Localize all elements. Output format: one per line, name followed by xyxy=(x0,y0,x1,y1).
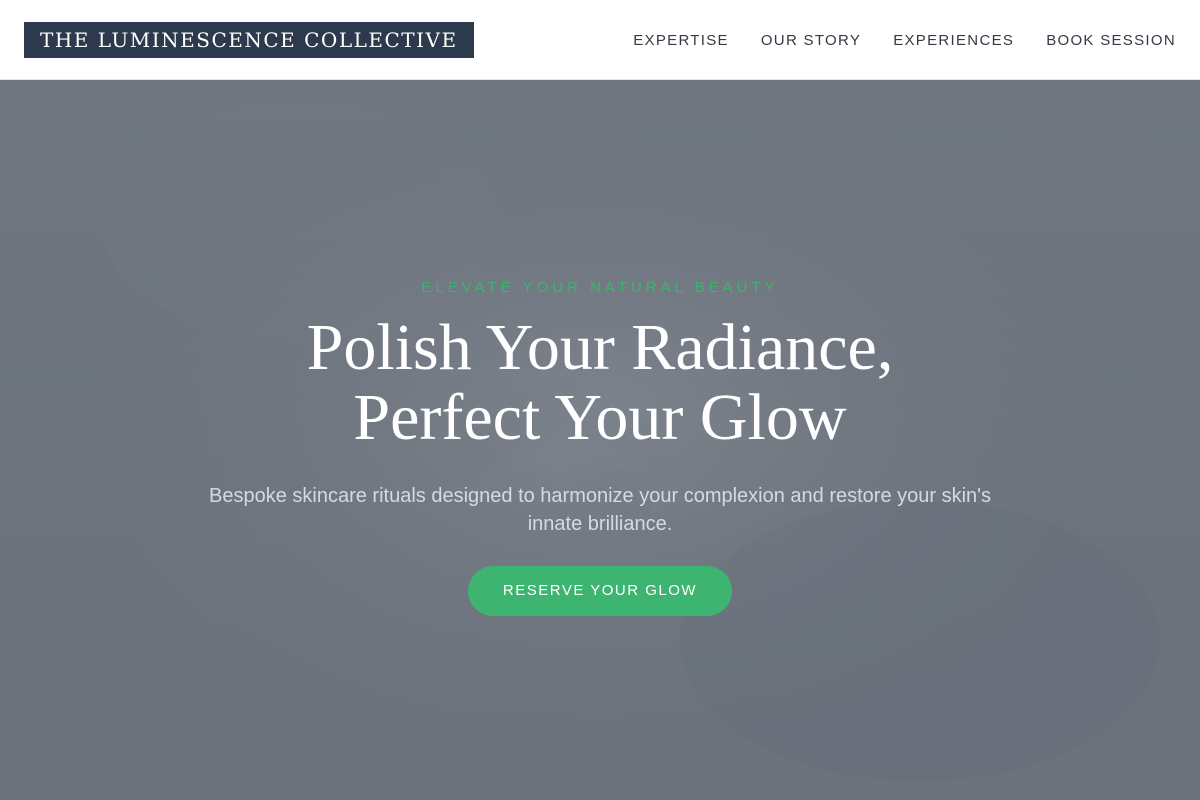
nav-link-experiences[interactable]: EXPERIENCES xyxy=(893,32,1014,49)
hero-headline: Polish Your Radiance, Perfect Your Glow xyxy=(0,313,1200,453)
main-nav: EXPERTISE OUR STORY EXPERIENCES BOOK SES… xyxy=(633,0,1176,80)
nav-link-expertise[interactable]: EXPERTISE xyxy=(633,32,729,49)
hero-eyebrow: ELEVATE YOUR NATURAL BEAUTY xyxy=(421,279,779,296)
site-logo[interactable]: THE LUMINESCENCE COLLECTIVE xyxy=(24,22,474,58)
hero-subtext: Bespoke skincare rituals designed to har… xyxy=(209,485,991,535)
hero-headline-line-1: Polish Your Radiance, xyxy=(306,311,894,384)
hero-section: ELEVATE YOUR NATURAL BEAUTY Polish Your … xyxy=(0,81,1200,800)
nav-link-book-session[interactable]: BOOK SESSION xyxy=(1046,32,1176,49)
site-header: THE LUMINESCENCE COLLECTIVE EXPERTISE OU… xyxy=(0,0,1200,80)
reserve-glow-button[interactable]: RESERVE YOUR GLOW xyxy=(468,566,732,616)
nav-link-our-story[interactable]: OUR STORY xyxy=(761,32,861,49)
hero-headline-line-2: Perfect Your Glow xyxy=(353,381,847,454)
